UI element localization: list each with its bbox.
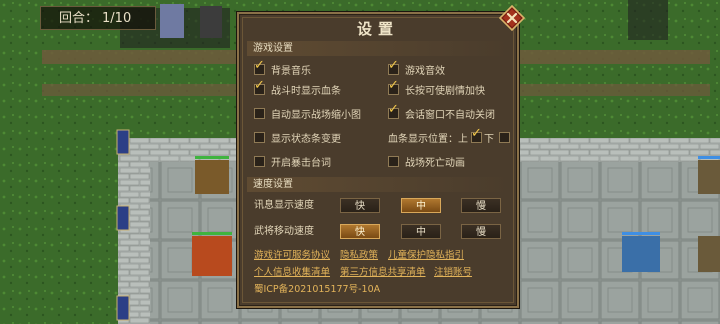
message-speed-label: 讯息显示速度 xyxy=(254,200,314,211)
move-speed-medium-button[interactable]: 中 xyxy=(401,224,441,239)
checkbox[interactable]: ✓ xyxy=(388,59,399,75)
option-bg-music[interactable]: ✓ 背景音乐 xyxy=(254,59,311,77)
checkbox[interactable]: ✓ xyxy=(388,79,399,95)
third-party-link[interactable]: 第三方信息共享清单 xyxy=(340,266,426,279)
option-hp-bar-position: 血条显示位置：上 ✓ 下 xyxy=(388,127,516,145)
settings-dialog: 设置 游戏设置 ✓ 背景音乐 ✓ 游戏音效 ✓ 战斗时显示血条 ✓ 长按可使剧情… xyxy=(237,12,519,308)
cancel-account-link[interactable]: 注销账号 xyxy=(434,266,472,279)
turn-label: 回合： xyxy=(59,11,99,26)
turn-value: 1/10 xyxy=(102,11,132,26)
checkmark-icon: ✓ xyxy=(388,57,399,73)
dialog-title: 设置 xyxy=(356,20,399,38)
move-speed-slow-button[interactable]: 慢 xyxy=(461,224,501,239)
checkbox[interactable]: ✓ xyxy=(254,59,265,75)
close-icon[interactable] xyxy=(499,5,525,31)
checkbox[interactable] xyxy=(388,155,399,167)
personal-info-link[interactable]: 个人信息收集清单 xyxy=(254,266,330,279)
option-show-hp-bar[interactable]: ✓ 战斗时显示血条 xyxy=(254,79,341,97)
checkmark-icon: ✓ xyxy=(254,77,265,93)
option-label: 背景音乐 xyxy=(271,65,311,77)
checkbox[interactable]: ✓ xyxy=(388,103,399,119)
privacy-link[interactable]: 隐私政策 xyxy=(340,249,378,262)
license-link[interactable]: 游戏许可服务协议 xyxy=(254,249,330,262)
option-label: 长按可使剧情加快 xyxy=(405,85,485,97)
speed-settings-header: 速度设置 xyxy=(247,177,511,192)
checkbox[interactable]: ✓ xyxy=(254,79,265,95)
checkmark-icon: ✓ xyxy=(388,101,399,117)
checkbox[interactable] xyxy=(254,107,265,119)
option-label: 战斗时显示血条 xyxy=(271,85,341,97)
option-dialog-stay-open[interactable]: ✓ 会话窗口不自动关闭 xyxy=(388,103,495,121)
option-label: 自动显示战场缩小图 xyxy=(271,109,361,121)
option-label: 游戏音效 xyxy=(405,65,445,77)
hp-position-top-checkbox[interactable]: ✓ xyxy=(471,127,482,143)
option-label: 显示状态条变更 xyxy=(271,133,341,145)
icp-record: 蜀ICP备2021015177号-10A xyxy=(254,284,381,295)
turn-counter: 回合： 1/10 xyxy=(40,6,156,30)
checkmark-icon: ✓ xyxy=(388,77,399,93)
option-death-animation[interactable]: 战场死亡动画 xyxy=(388,153,465,169)
checkmark-icon: ✓ xyxy=(254,57,265,73)
option-label: 开启暴击台词 xyxy=(271,157,331,169)
checkbox[interactable] xyxy=(254,155,265,167)
option-sound-effects[interactable]: ✓ 游戏音效 xyxy=(388,59,445,77)
hp-position-bottom-label: 下 xyxy=(484,133,494,145)
move-speed-fast-button[interactable]: 快 xyxy=(340,224,380,239)
hp-position-label: 血条显示位置：上 xyxy=(388,133,468,145)
checkbox[interactable] xyxy=(254,131,265,143)
child-privacy-link[interactable]: 儿童保护隐私指引 xyxy=(388,249,464,262)
message-speed-medium-button[interactable]: 中 xyxy=(401,198,441,213)
game-settings-header: 游戏设置 xyxy=(247,41,511,56)
message-speed-fast-button[interactable]: 快 xyxy=(340,198,380,213)
option-long-press-speed[interactable]: ✓ 长按可使剧情加快 xyxy=(388,79,485,97)
hp-position-bottom-checkbox[interactable] xyxy=(499,131,510,143)
option-label: 会话窗口不自动关闭 xyxy=(405,109,495,121)
checkmark-icon: ✓ xyxy=(471,125,482,141)
move-speed-label: 武将移动速度 xyxy=(254,226,314,237)
option-crit-lines[interactable]: 开启暴击台词 xyxy=(254,153,331,169)
option-auto-minimap[interactable]: 自动显示战场缩小图 xyxy=(254,105,361,121)
message-speed-slow-button[interactable]: 慢 xyxy=(461,198,501,213)
option-label: 战场死亡动画 xyxy=(405,157,465,169)
option-status-bar-change[interactable]: 显示状态条变更 xyxy=(254,129,341,145)
